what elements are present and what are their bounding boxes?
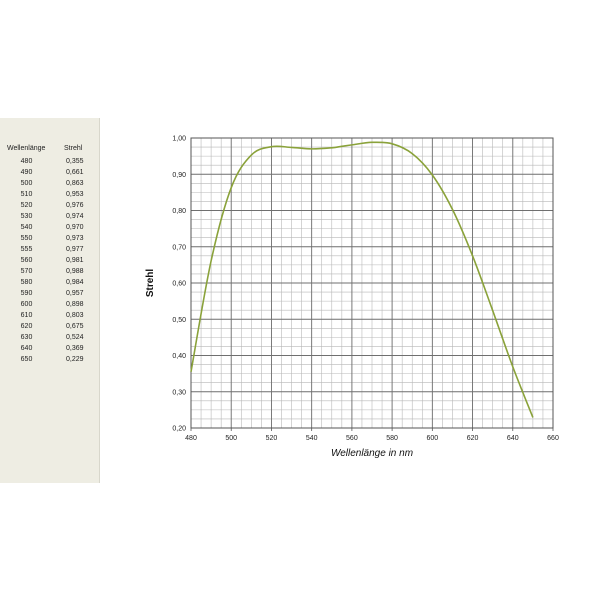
x-tick-label: 580	[386, 435, 398, 442]
y-tick-label: 1,00	[172, 136, 186, 143]
x-tick-label: 560	[346, 435, 358, 442]
x-tick-label: 600	[426, 435, 438, 442]
y-tick-label: 0,70	[172, 244, 186, 251]
x-tick-label: 500	[225, 435, 237, 442]
x-tick-label: 620	[467, 435, 479, 442]
y-tick-label: 0,30	[172, 389, 186, 396]
x-tick-label: 640	[507, 435, 519, 442]
y-tick-label: 0,60	[172, 281, 186, 288]
y-tick-labels: 0,20 0,30 0,40 0,50 0,60 0,70 0,80 0,90 1,00	[172, 136, 186, 433]
y-tick-label: 0,90	[172, 172, 186, 179]
y-tick-label: 0,20	[172, 426, 186, 433]
x-axis-title: Wellenlänge in nm	[331, 448, 413, 459]
strehl-chart: 480 500 520 540 560 580 600 620 640 660 0,200,300…	[145, 136, 559, 460]
x-tick-label: 660	[547, 435, 559, 442]
y-axis-title: Strehl	[145, 269, 156, 298]
x-tick-label: 520	[266, 435, 278, 442]
x-tick-label: 540	[306, 435, 318, 442]
y-tick-label: 0,40	[172, 353, 186, 360]
x-tick-labels: 480 500 520 540 560 580 600 620 640 660	[185, 428, 559, 442]
y-tick-label: 0,50	[172, 317, 186, 324]
y-tick-label: 0,80	[172, 208, 186, 215]
x-tick-label: 480	[185, 435, 197, 442]
